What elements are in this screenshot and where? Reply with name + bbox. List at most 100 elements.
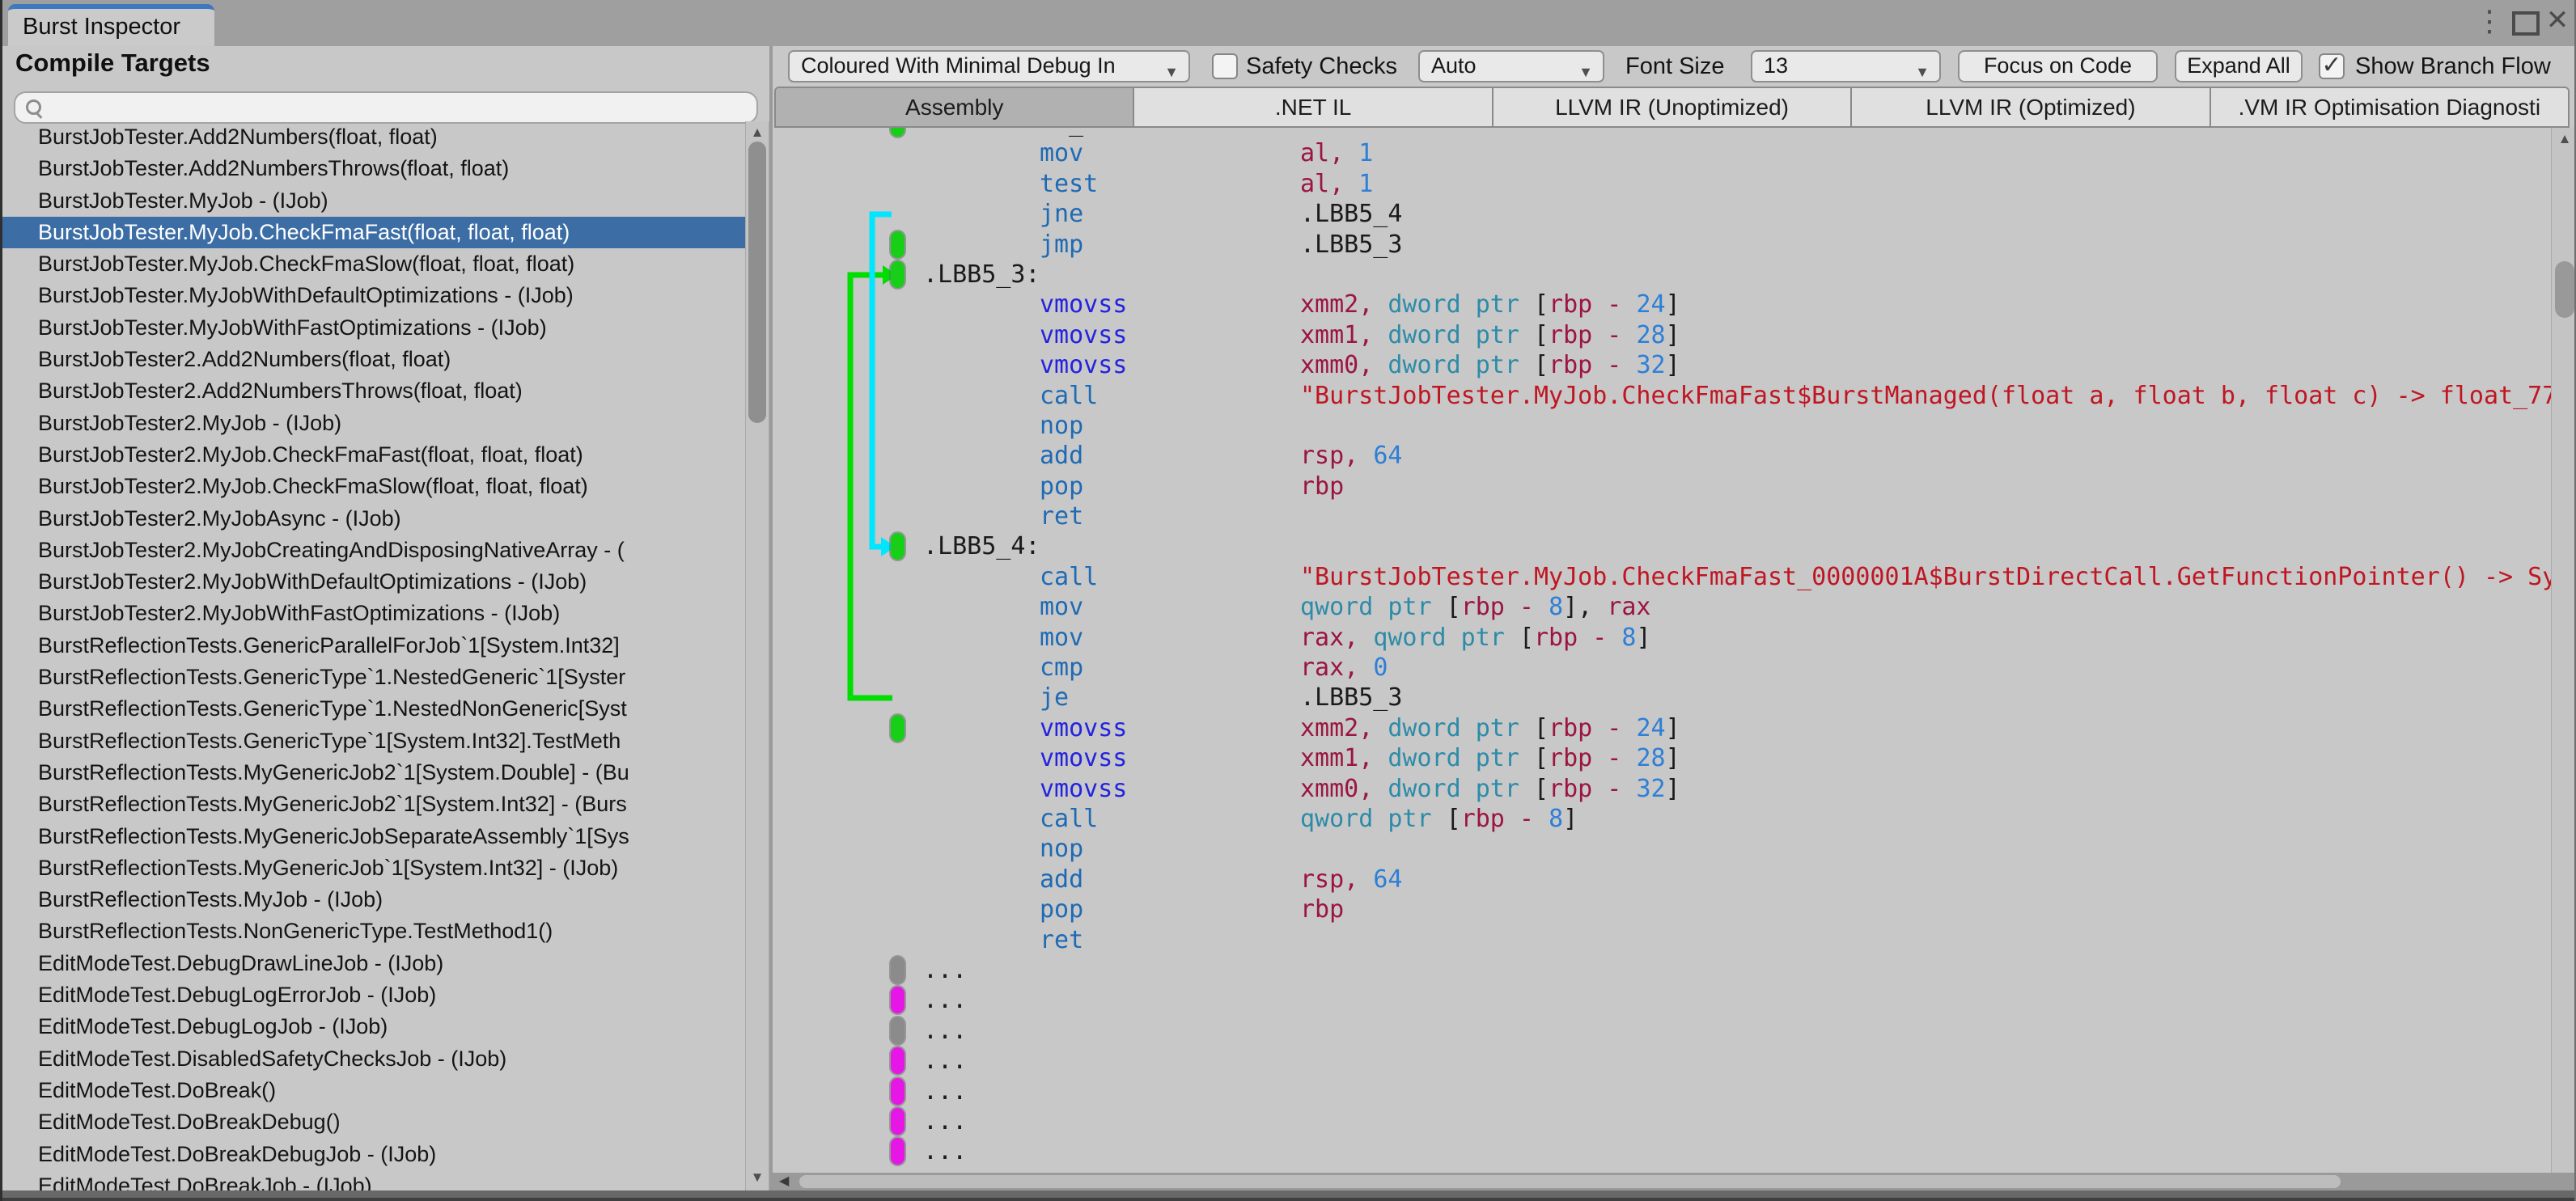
code-view-tab[interactable]: .NET IL [1134, 88, 1493, 126]
code-scrollbar-vertical[interactable]: ▲ [2551, 128, 2574, 1173]
window-close-icon[interactable]: ✕ [2543, 0, 2572, 46]
code-view-tab[interactable]: LLVM IR (Optimized) [1852, 88, 2211, 126]
search-box[interactable] [14, 91, 758, 124]
window-maximize-icon[interactable] [2512, 11, 2540, 36]
compile-target-item[interactable]: BurstJobTester2.MyJobWithDefaultOptimiza… [2, 566, 745, 598]
code-view-tab[interactable]: .VM IR Optimisation Diagnosti [2210, 88, 2568, 126]
compile-target-item[interactable]: BurstReflectionTests.MyGenericJob2`1[Sys… [2, 757, 745, 789]
compile-target-item[interactable]: BurstJobTester2.MyJobWithFastOptimizatio… [2, 598, 745, 629]
compile-target-item[interactable]: BurstReflectionTests.MyJob - (IJob) [2, 884, 745, 916]
compile-target-item[interactable]: BurstReflectionTests.MyGenericJob2`1[Sys… [2, 789, 745, 820]
compile-target-item[interactable]: EditModeTest.DoBreakDebug() [2, 1106, 745, 1138]
collapsed-code-dots: ... [923, 986, 968, 1015]
code-operands: rsp, 64 [1300, 865, 1402, 894]
code-operands: xmm2, dword ptr [rbp - 24] [1300, 713, 1680, 743]
code-token: xmm2, [1300, 713, 1388, 742]
compile-target-item[interactable]: BurstJobTester2.MyJob.CheckFmaFast(float… [2, 439, 745, 471]
font-size-dropdown[interactable]: 13 ▼ [1751, 50, 1941, 82]
code-gen-dropdown[interactable]: Coloured With Minimal Debug In ▼ [788, 50, 1190, 82]
compile-target-item[interactable]: BurstReflectionTests.GenericType`1.Neste… [2, 693, 745, 725]
code-token: ] [1665, 713, 1680, 742]
show-branch-flow-checkbox[interactable]: ✓ [2319, 53, 2345, 79]
block-marker [891, 1017, 905, 1044]
block-marker [891, 260, 905, 288]
code-operands: "BurstJobTester.MyJob.CheckFmaFast$Burst… [1300, 381, 2551, 411]
compile-target-item[interactable]: BurstReflectionTests.MyGenericJobSeparat… [2, 821, 745, 852]
chevron-down-icon: ▼ [1164, 64, 1179, 80]
code-line: nop [773, 834, 2551, 864]
code-mnemonic: ret [1040, 925, 1084, 954]
assembly-code-view[interactable]: _mov al, 1 test al, 1 jne .LBB5_4jmp .LBB5_3 .L… [773, 128, 2551, 1173]
compile-target-item[interactable]: BurstReflectionTests.GenericType`1.Neste… [2, 662, 745, 693]
compile-target-item[interactable]: BurstReflectionTests.NonGenericType.Test… [2, 916, 745, 947]
code-token: ] [1563, 804, 1578, 833]
scroll-up-icon[interactable]: ▲ [746, 125, 769, 141]
code-mnemonic: add [1040, 865, 1084, 894]
window-tab-burst-inspector[interactable]: Burst Inspector [8, 4, 214, 46]
code-operands: .LBB5_3 [1300, 230, 1402, 260]
compile-target-item[interactable]: BurstJobTester2.MyJobAsync - (IJob) [2, 503, 745, 535]
code-token: xmm0, [1300, 351, 1388, 380]
code-token: dword ptr [1388, 351, 1534, 380]
code-hscrollbar-thumb[interactable] [799, 1175, 2341, 1188]
code-token: 8 [1621, 623, 1637, 652]
compile-target-item[interactable]: BurstReflectionTests.MyGenericJob`1[Syst… [2, 852, 745, 884]
code-scrollbar-horizontal[interactable]: ◀ [773, 1173, 2574, 1190]
compile-target-item[interactable]: BurstJobTester2.Add2NumbersThrows(float,… [2, 375, 745, 407]
code-mnemonic: mov [1040, 139, 1084, 168]
code-token: dword ptr [1388, 713, 1534, 742]
compile-target-item[interactable]: BurstReflectionTests.GenericType`1[Syste… [2, 725, 745, 757]
code-line: test al, 1 [773, 169, 2551, 199]
compile-target-item[interactable]: EditModeTest.DebugLogJob - (IJob) [2, 1011, 745, 1042]
code-line: cmp rax, 0 [773, 653, 2551, 683]
code-token: rbp - [1549, 320, 1637, 349]
code-operands: qword ptr [rbp - 8], rax [1300, 592, 1651, 622]
compile-target-item[interactable]: BurstJobTester.MyJobWithFastOptimization… [2, 312, 745, 344]
code-view-tab[interactable]: Assembly [776, 88, 1135, 126]
compile-target-item[interactable]: BurstJobTester.Add2NumbersThrows(float, … [2, 153, 745, 184]
code-operands: .LBB5_3 [1300, 683, 1402, 713]
code-token: 64 [1373, 865, 1403, 894]
compile-target-item[interactable]: BurstJobTester2.MyJobCreatingAndDisposin… [2, 535, 745, 566]
compile-target-item[interactable]: BurstJobTester2.MyJob.CheckFmaSlow(float… [2, 471, 745, 502]
compile-target-item[interactable]: EditModeTest.DoBreakDebugJob - (IJob) [2, 1139, 745, 1170]
target-dropdown[interactable]: Auto ▼ [1418, 50, 1604, 82]
block-marker [891, 533, 905, 560]
scroll-up-icon[interactable]: ▲ [2552, 131, 2574, 147]
code-label: .LBB5_3: [923, 260, 1040, 289]
code-token: rbp - [1534, 623, 1622, 652]
code-scrollbar-thumb[interactable] [2555, 261, 2574, 318]
code-token: .LBB5_4 [1300, 200, 1403, 229]
code-token: ] [1665, 290, 1680, 319]
code-gen-dropdown-value: Coloured With Minimal Debug In [801, 53, 1116, 78]
compile-target-item[interactable]: EditModeTest.DoBreak() [2, 1075, 745, 1106]
compile-target-item[interactable]: BurstJobTester.MyJob.CheckFmaSlow(float,… [2, 248, 745, 280]
compile-target-item[interactable]: EditModeTest.DebugLogErrorJob - (IJob) [2, 979, 745, 1011]
code-view-tab[interactable]: LLVM IR (Unoptimized) [1493, 88, 1853, 126]
compile-target-item[interactable]: EditModeTest.DoBreakJob - (IJob) [2, 1170, 745, 1190]
compile-target-item[interactable]: BurstJobTester.MyJob.CheckFmaFast(float,… [2, 216, 745, 249]
compile-target-item[interactable]: BurstJobTester.Add2Numbers(float, float) [2, 121, 745, 153]
compile-target-item[interactable]: BurstJobTester.MyJobWithDefaultOptimizat… [2, 280, 745, 311]
safety-checks-checkbox[interactable] [1212, 53, 1238, 79]
list-scrollbar-thumb[interactable] [748, 142, 766, 423]
list-scrollbar[interactable]: ▲ ▼ [745, 121, 769, 1190]
code-line: vmovss xmm1, dword ptr [rbp - 28] [773, 320, 2551, 350]
compile-target-item[interactable]: BurstJobTester2.Add2Numbers(float, float… [2, 344, 745, 375]
scroll-left-icon[interactable]: ◀ [779, 1173, 789, 1190]
search-input[interactable] [48, 95, 747, 122]
expand-all-button[interactable]: Expand All [2175, 50, 2303, 82]
window-menu-icon[interactable]: ⋮ [2475, 0, 2504, 46]
scroll-down-icon[interactable]: ▼ [746, 1169, 769, 1186]
code-mnemonic: ret [1040, 502, 1084, 531]
focus-on-code-button[interactable]: Focus on Code [1958, 50, 2158, 82]
code-line: call "BurstJobTester.MyJob.CheckFmaFast_0… [773, 562, 2551, 592]
compile-target-item[interactable]: EditModeTest.DisabledSafetyChecksJob - (… [2, 1043, 745, 1075]
search-icon [26, 99, 41, 115]
compile-target-item[interactable]: BurstReflectionTests.GenericParallelForJ… [2, 630, 745, 662]
compile-target-item[interactable]: BurstJobTester.MyJob - (IJob) [2, 185, 745, 217]
compile-target-item[interactable]: BurstJobTester2.MyJob - (IJob) [2, 408, 745, 439]
compile-target-item[interactable]: EditModeTest.DebugDrawLineJob - (IJob) [2, 948, 745, 979]
target-dropdown-value: Auto [1431, 53, 1477, 78]
window-bottom-edge [2, 1190, 2574, 1201]
